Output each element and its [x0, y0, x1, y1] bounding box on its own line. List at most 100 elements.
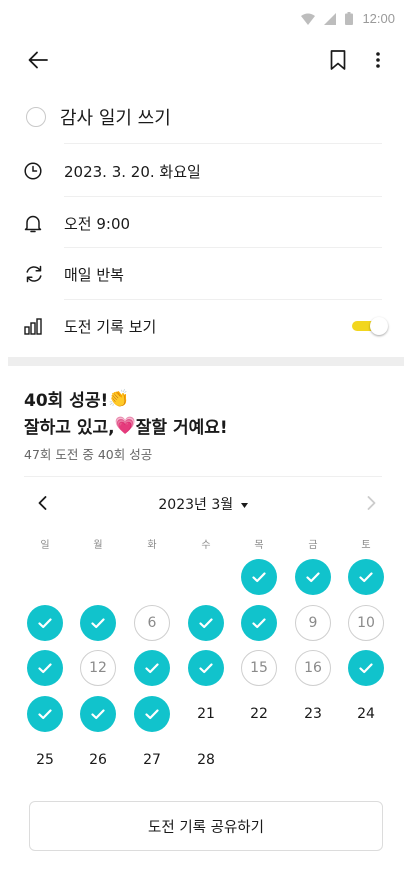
bell-icon	[24, 215, 42, 232]
calendar-day-done[interactable]	[348, 650, 384, 686]
section-separator	[8, 357, 404, 366]
calendar-day-future[interactable]: 24	[348, 696, 384, 732]
weekday-thu: 목	[254, 540, 264, 551]
check-icon	[145, 662, 159, 673]
calendar-day-number: 15	[250, 660, 268, 676]
calendar-day-done[interactable]	[188, 650, 224, 686]
battery-icon	[345, 12, 354, 25]
repeat-icon	[26, 265, 42, 283]
chevron-right-icon	[367, 496, 375, 510]
challenge-record-toggle[interactable]	[352, 317, 388, 335]
calendar-day-done[interactable]	[241, 605, 277, 641]
calendar-day-future[interactable]: 26	[80, 742, 116, 778]
calendar-day-number: 21	[197, 706, 215, 722]
alarm-row[interactable]: 오전 9:00	[24, 197, 382, 249]
toggle-knob	[370, 317, 388, 335]
calendar-day-done[interactable]	[348, 559, 384, 595]
calendar-day-done[interactable]	[80, 696, 116, 732]
check-icon	[91, 708, 105, 719]
calendar-day-future[interactable]: 21	[188, 696, 224, 732]
calendar-day-number: 9	[308, 615, 318, 631]
calendar-day-done[interactable]	[134, 696, 170, 732]
weekday-tue: 화	[147, 540, 157, 551]
calendar-day-missed[interactable]: 6	[134, 605, 170, 641]
calendar-day-done[interactable]	[295, 559, 331, 595]
calendar-day-missed[interactable]: 15	[241, 650, 277, 686]
share-button-label: 도전 기록 공유하기	[148, 819, 264, 836]
bookmark-button[interactable]	[326, 48, 350, 72]
task-complete-checkbox[interactable]	[26, 107, 46, 127]
check-icon	[145, 708, 159, 719]
weekday-wed: 수	[201, 540, 211, 551]
date-label: 2023. 3. 20. 화요일	[64, 162, 201, 181]
calendar-day-number: 26	[89, 752, 107, 768]
month-label: 2023년 3월	[158, 497, 234, 513]
encouragement-text-b: 잘할 거예요!	[135, 418, 228, 438]
check-icon	[199, 617, 213, 628]
check-icon	[91, 617, 105, 628]
calendar-day-future[interactable]: 27	[134, 742, 170, 778]
calendar-day-done[interactable]	[27, 605, 63, 641]
calendar-day-number: 28	[197, 752, 215, 768]
task-row: 감사 일기 쓰기	[24, 92, 382, 142]
status-time: 12:00	[362, 11, 395, 26]
back-button[interactable]	[24, 48, 52, 72]
repeat-row[interactable]: 매일 반복	[24, 248, 382, 300]
caret-down-icon	[240, 502, 248, 508]
more-options-button[interactable]	[366, 48, 390, 72]
challenge-stats: 47회 도전 중 40회 성공	[24, 447, 153, 462]
check-icon	[306, 571, 320, 582]
month-navigation: 2023년 3월	[24, 490, 382, 516]
check-icon	[199, 662, 213, 673]
success-count-text: 40회 성공!	[24, 391, 109, 411]
app-bar	[0, 40, 412, 80]
weekday-sun: 일	[40, 540, 50, 551]
alarm-time-label: 오전 9:00	[64, 214, 131, 233]
weekday-mon: 월	[93, 540, 103, 551]
calendar-day-future[interactable]: 28	[188, 742, 224, 778]
calendar-day-done[interactable]	[241, 559, 277, 595]
calendar-day-number: 27	[143, 752, 161, 768]
clapping-hands-icon: 👏	[108, 388, 130, 409]
status-bar: 12:00	[0, 0, 412, 40]
calendar-day-future[interactable]: 22	[241, 696, 277, 732]
challenge-record-label: 도전 기록 보기	[64, 317, 157, 336]
bookmark-icon	[330, 50, 346, 70]
calendar-day-number: 22	[250, 706, 268, 722]
calendar-day-done[interactable]	[27, 696, 63, 732]
next-month-button[interactable]	[361, 493, 381, 513]
calendar-day-done[interactable]	[27, 650, 63, 686]
check-icon	[359, 662, 373, 673]
clock-icon	[24, 162, 42, 180]
share-challenge-button[interactable]: 도전 기록 공유하기	[29, 801, 383, 851]
calendar-day-number: 10	[357, 615, 375, 631]
calendar-day-done[interactable]	[134, 650, 170, 686]
signal-icon	[324, 12, 337, 25]
calendar-day-number: 25	[36, 752, 54, 768]
check-icon	[38, 662, 52, 673]
calendar-day-missed[interactable]: 10	[348, 605, 384, 641]
arrow-left-icon	[28, 51, 48, 69]
calendar-day-future[interactable]: 23	[295, 696, 331, 732]
task-title: 감사 일기 쓰기	[60, 108, 171, 129]
calendar-day-done[interactable]	[80, 605, 116, 641]
bar-chart-icon	[24, 317, 42, 335]
date-row[interactable]: 2023. 3. 20. 화요일	[24, 145, 382, 197]
calendar-day-missed[interactable]: 16	[295, 650, 331, 686]
challenge-record-row: 도전 기록 보기	[24, 300, 382, 352]
repeat-label: 매일 반복	[64, 265, 124, 284]
more-vertical-icon	[376, 52, 380, 68]
calendar-day-missed[interactable]: 9	[295, 605, 331, 641]
weekday-sat: 토	[361, 540, 371, 551]
encouragement-text-a: 잘하고 있고,	[24, 418, 115, 438]
calendar-day-done[interactable]	[188, 605, 224, 641]
calendar-day-number: 16	[304, 660, 322, 676]
calendar-day-number: 23	[304, 706, 322, 722]
calendar-day-number: 12	[89, 660, 107, 676]
divider	[64, 143, 382, 144]
check-icon	[252, 571, 266, 582]
calendar-day-future[interactable]: 25	[27, 742, 63, 778]
calendar-day-missed[interactable]: 12	[80, 650, 116, 686]
wifi-icon	[301, 13, 316, 25]
month-selector[interactable]: 2023년 3월	[24, 494, 382, 514]
